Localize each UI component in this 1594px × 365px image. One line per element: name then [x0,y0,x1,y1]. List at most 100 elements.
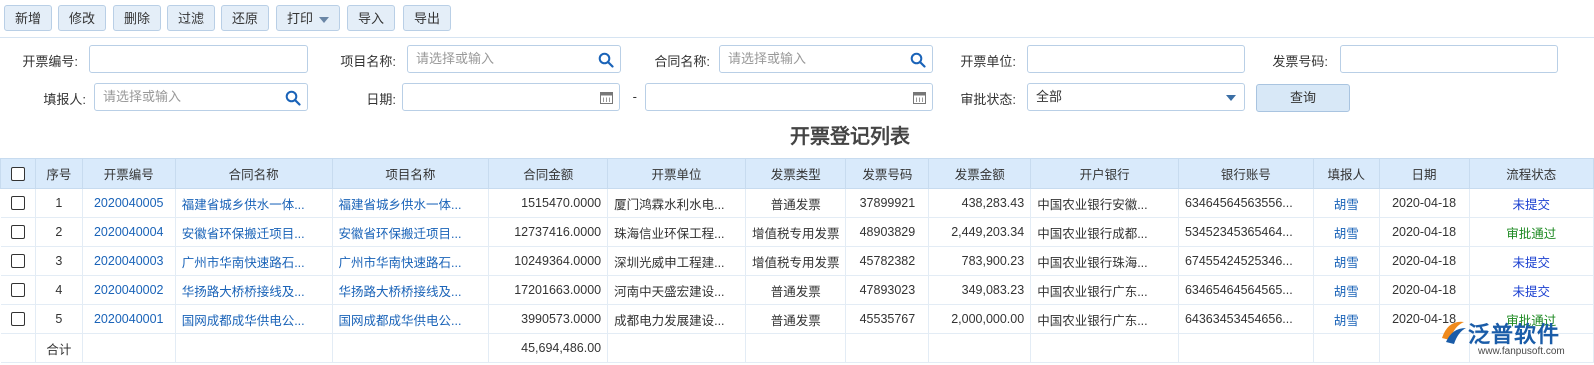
cell-contract[interactable]: 安徽省环保搬迁项目... [175,217,333,247]
cell-account: 64363453454656... [1178,304,1314,334]
search-icon[interactable] [910,52,926,68]
row-select-cell[interactable] [0,304,36,334]
cell-invoice-no[interactable]: 2020040001 [82,304,176,334]
cell-project[interactable]: 广州市华南快速路石... [332,246,490,276]
table-row[interactable]: 5 2020040001 国网成都成华供电公... 国网成都成华供电公... 39905… [0,304,1594,334]
column-header[interactable]: 流程状态 [1468,158,1594,189]
cell-status[interactable]: 未提交 [1469,275,1594,305]
cell-reporter[interactable]: 胡雪 [1313,275,1380,305]
cell-status[interactable]: 未提交 [1469,246,1594,276]
cell-contract[interactable]: 福建省城乡供水一体... [175,188,333,218]
column-header[interactable]: 序号 [34,158,83,189]
status-select-value: 全部 [1036,89,1063,104]
cell-account: 63465464564565... [1178,275,1314,305]
cell-seq: 5 [35,304,83,334]
cell-type: 普通发票 [745,275,847,305]
cell-reporter[interactable]: 胡雪 [1313,188,1380,218]
invoice-unit-input[interactable] [1027,45,1245,73]
row-checkbox[interactable] [10,225,25,240]
cell-project[interactable]: 福建省城乡供水一体... [332,188,490,218]
cell-bank: 中国农业银行成都... [1030,217,1179,247]
summary-empty-cell [607,333,746,363]
project-name-input[interactable]: 请选择或输入 [407,45,621,73]
select-all-cell[interactable] [0,158,36,189]
column-header[interactable]: 日期 [1378,158,1470,189]
column-header[interactable]: 开票编号 [81,158,176,189]
cell-reporter[interactable]: 胡雪 [1313,217,1380,247]
table-row[interactable]: 2 2020040004 安徽省环保搬迁项目... 安徽省环保搬迁项目... 12737… [0,217,1594,247]
cell-contract-amount: 1515470.0000 [488,188,609,218]
column-header[interactable]: 发票金额 [928,158,1032,189]
cell-reporter[interactable]: 胡雪 [1313,304,1380,334]
cell-project[interactable]: 国网成都成华供电公... [332,304,490,334]
cell-invoice-number: 45782382 [845,246,930,276]
column-header[interactable]: 合同金额 [488,158,609,189]
column-header[interactable]: 银行账号 [1177,158,1314,189]
column-header[interactable]: 发票号码 [845,158,930,189]
date-start-input[interactable] [402,83,620,111]
export-button[interactable]: 导出 [403,5,451,31]
invoice-no-input[interactable] [89,45,308,73]
cell-invoice-no[interactable]: 2020040003 [82,246,176,276]
query-button[interactable]: 查询 [1256,84,1350,112]
row-select-cell[interactable] [0,246,36,276]
invoice-number-input[interactable] [1340,45,1558,73]
restore-button[interactable]: 还原 [221,5,269,31]
invoice-unit-label: 开票单位: [960,54,1016,69]
row-checkbox[interactable] [10,254,25,269]
cell-contract-amount: 10249364.0000 [488,246,609,276]
cell-type: 增值税专用发票 [745,217,847,247]
cell-invoice-number: 45535767 [845,304,930,334]
edit-button[interactable]: 修改 [58,5,106,31]
cell-bank: 中国农业银行广东... [1030,275,1179,305]
status-select[interactable]: 全部 [1027,83,1245,111]
invoice-table: 序号 开票编号 合同名称 项目名称 合同金额 开票单位 发票类型 发票号码 发票… [0,158,1594,363]
summary-empty-cell [745,333,847,363]
cell-invoice-no[interactable]: 2020040002 [82,275,176,305]
cell-project[interactable]: 安徽省环保搬迁项目... [332,217,490,247]
summary-empty-cell [332,333,490,363]
row-checkbox[interactable] [10,283,25,298]
calendar-icon[interactable] [913,91,926,104]
add-button[interactable]: 新增 [4,5,52,31]
calendar-icon[interactable] [600,91,613,104]
cell-contract[interactable]: 广州市华南快速路石... [175,246,333,276]
table-row[interactable]: 1 2020040005 福建省城乡供水一体... 福建省城乡供水一体... 15154… [0,188,1594,218]
table-row[interactable]: 4 2020040002 华扬路大桥桥接线及... 华扬路大桥桥接线及... 17201… [0,275,1594,305]
import-button[interactable]: 导入 [347,5,395,31]
row-select-cell[interactable] [0,217,36,247]
cell-status[interactable]: 审批通过 [1469,217,1594,247]
column-header[interactable]: 合同名称 [174,158,333,189]
select-all-checkbox[interactable] [10,166,25,181]
table-row[interactable]: 3 2020040003 广州市华南快速路石... 广州市华南快速路石... 10249… [0,246,1594,276]
reporter-input[interactable]: 请选择或输入 [94,83,308,111]
search-icon[interactable] [285,90,301,106]
cell-project[interactable]: 华扬路大桥桥接线及... [332,275,490,305]
cell-reporter[interactable]: 胡雪 [1313,246,1380,276]
column-header[interactable]: 发票类型 [744,158,847,189]
date-end-input[interactable] [645,83,933,111]
summary-empty-cell [928,333,1032,363]
row-select-cell[interactable] [0,275,36,305]
cell-contract[interactable]: 国网成都成华供电公... [175,304,333,334]
cell-invoice-no[interactable]: 2020040005 [82,188,176,218]
cell-status[interactable]: 未提交 [1469,188,1594,218]
cell-contract[interactable]: 华扬路大桥桥接线及... [175,275,333,305]
contract-name-input[interactable]: 请选择或输入 [719,45,933,73]
cell-seq: 2 [35,217,83,247]
search-icon[interactable] [598,52,614,68]
row-select-cell[interactable] [0,188,36,218]
row-checkbox[interactable] [10,196,25,211]
row-checkbox[interactable] [10,312,25,327]
filter-button[interactable]: 过滤 [167,5,215,31]
column-header[interactable]: 开票单位 [607,158,746,189]
cell-invoice-no[interactable]: 2020040004 [82,217,176,247]
column-header[interactable]: 填报人 [1312,158,1380,189]
column-header[interactable]: 项目名称 [331,158,490,189]
print-button[interactable]: 打印 [276,5,340,31]
contract-name-placeholder: 请选择或输入 [728,51,807,66]
cell-seq: 4 [35,275,83,305]
delete-button[interactable]: 删除 [113,5,161,31]
reporter-label: 填报人: [43,92,86,107]
column-header[interactable]: 开户银行 [1030,158,1179,189]
